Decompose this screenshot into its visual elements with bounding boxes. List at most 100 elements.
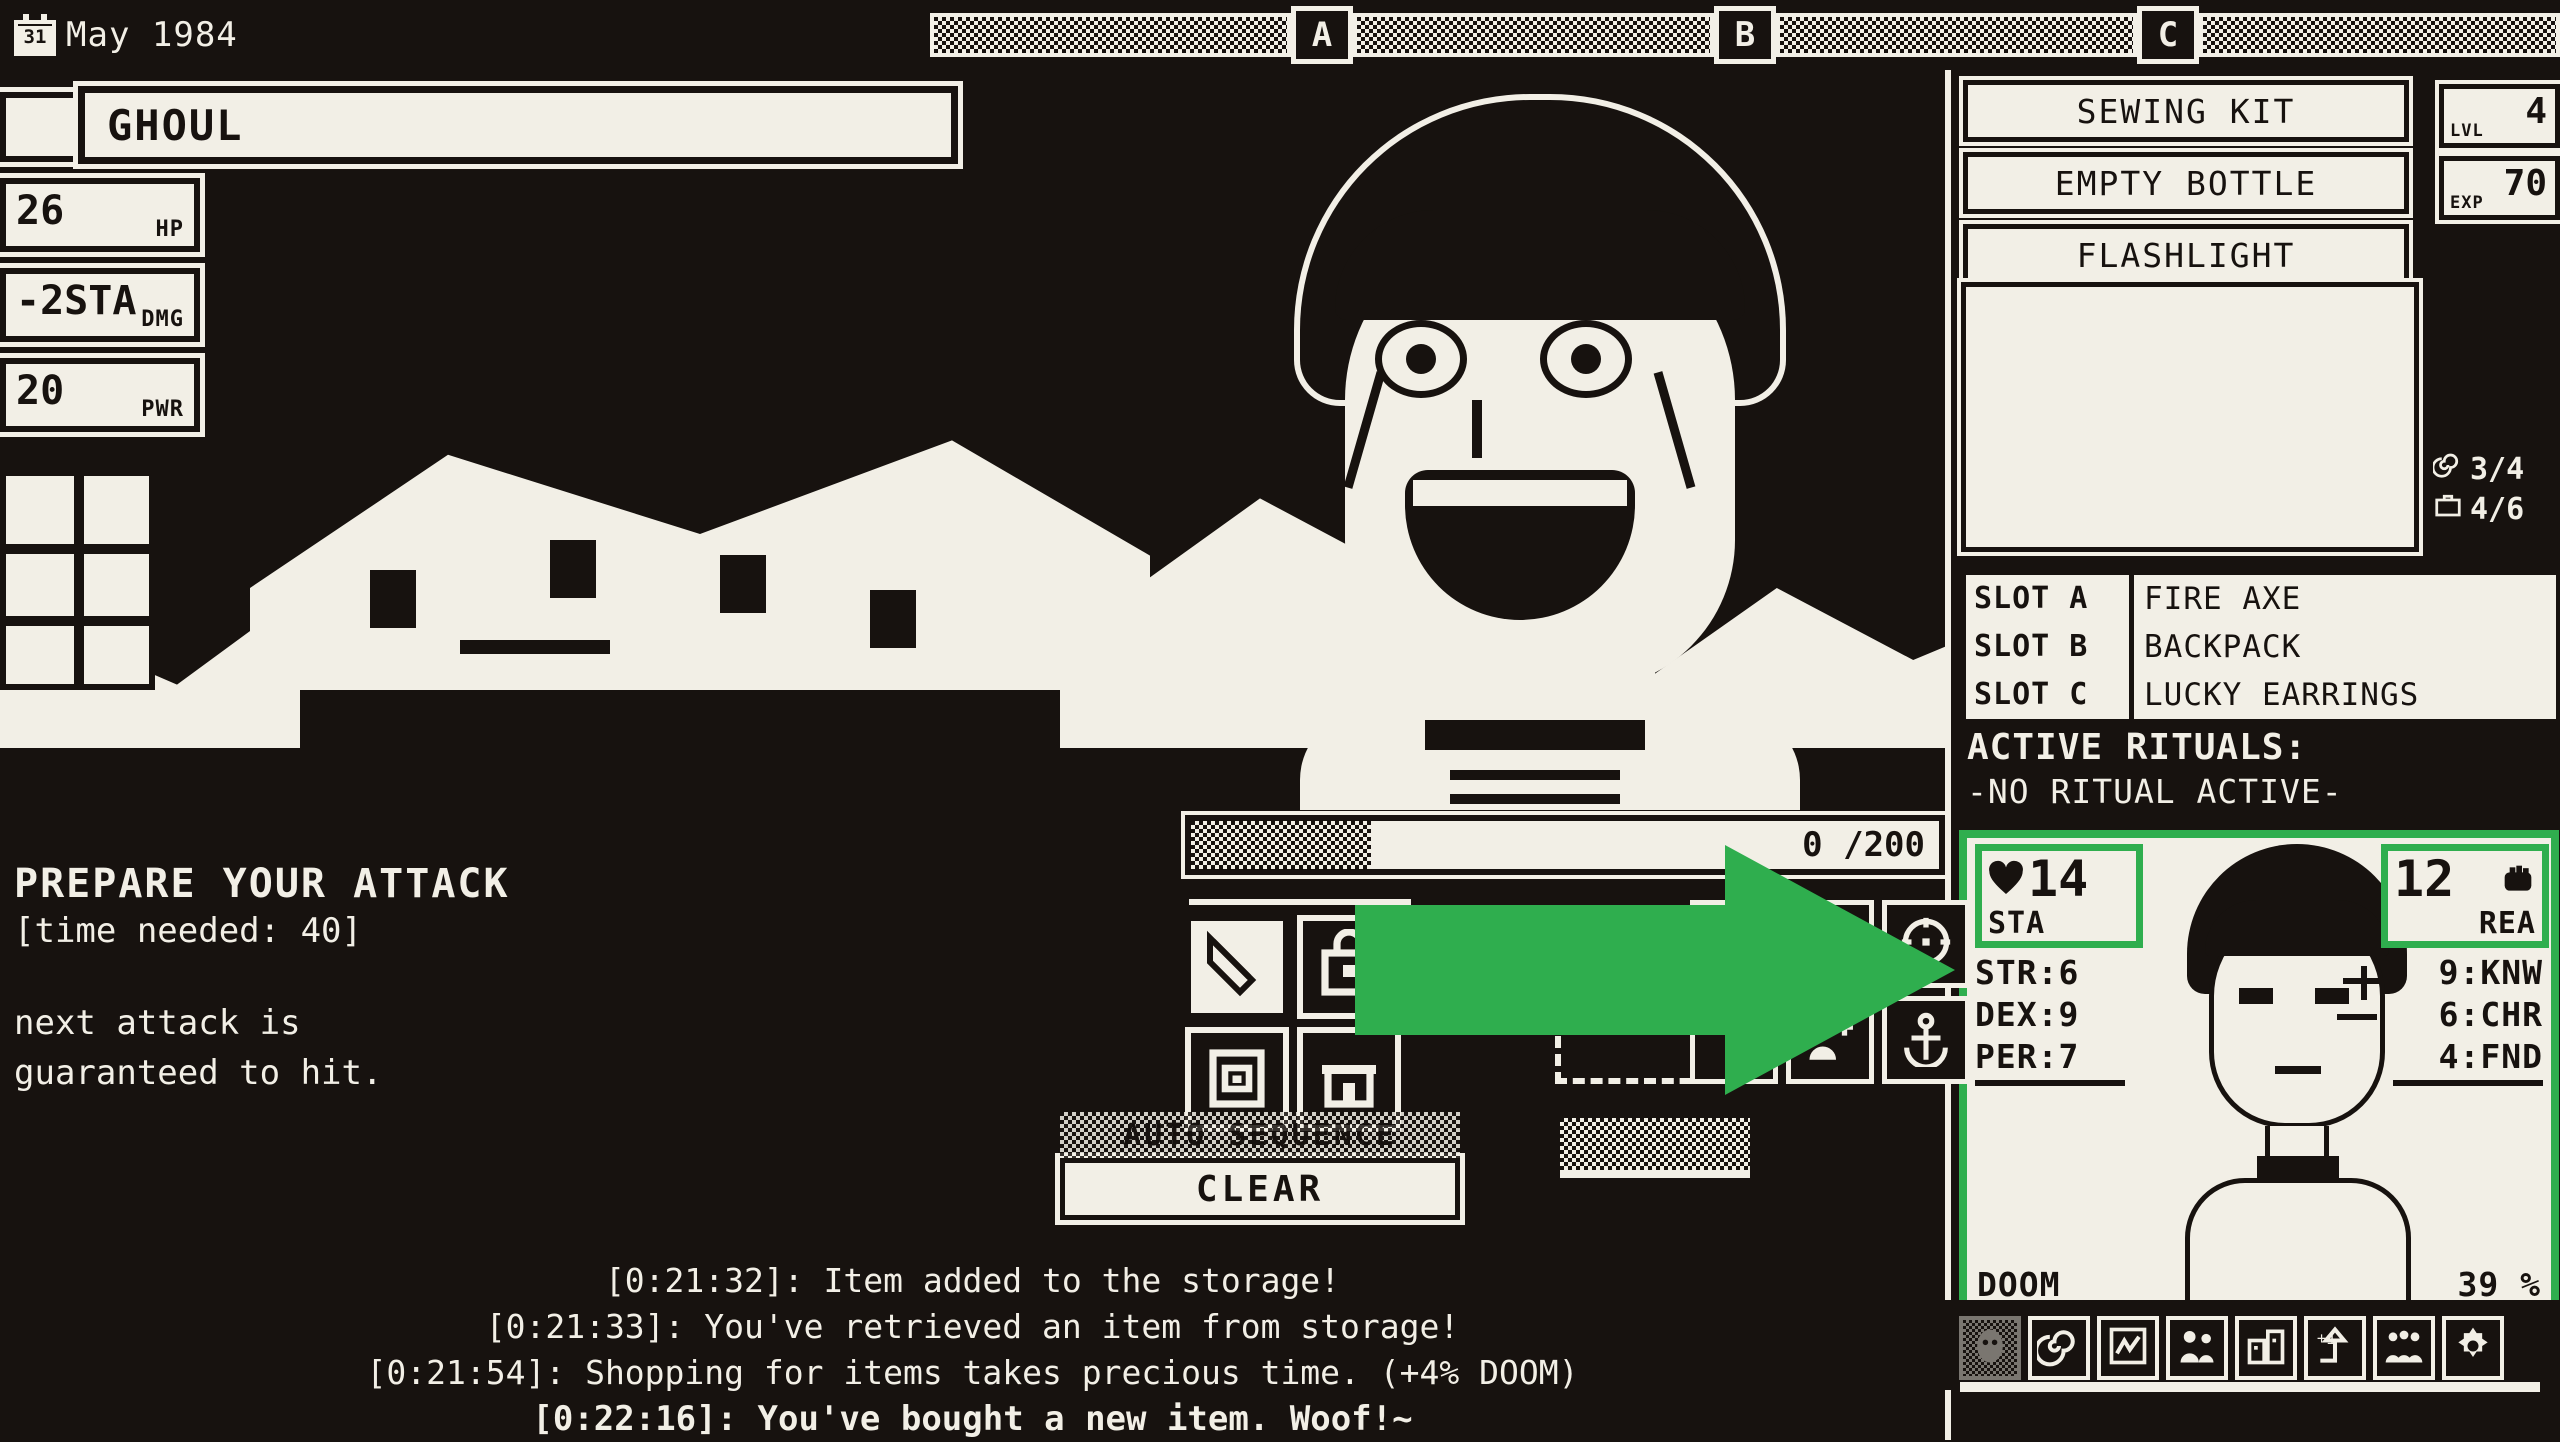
stamina-label: STA: [1988, 906, 2046, 941]
calendar-day: 31: [18, 26, 52, 53]
stat-fnd: 4:FND: [2438, 1037, 2543, 1076]
log-line: [0:22:16]: You've bought a new item. Woo…: [532, 1399, 1413, 1439]
combat-body-line-2: guaranteed to hit.: [14, 1053, 383, 1093]
spiral-icon: [2431, 450, 2463, 490]
enemy-stat-dmg: -2STA DMG: [0, 263, 205, 347]
inventory-list: SEWING KIT EMPTY BOTTLE FLASHLIGHT: [1951, 70, 2421, 296]
stat-knw-value: 9: [2438, 953, 2460, 992]
character-right-stats: 12 REA 9:KNW 6:CHR 4:FND: [2381, 838, 2551, 1086]
exp-box: 70 EXP: [2435, 152, 2560, 224]
top-dither-b: [1353, 13, 1714, 57]
chart-icon: [2106, 1324, 2150, 1372]
people-icon: [2175, 1324, 2219, 1372]
slot-value: LUCKY EARRINGS: [2144, 677, 2420, 713]
enemy-hp-label: HP: [155, 217, 184, 242]
stat-per: PER:7: [1975, 1037, 2080, 1076]
enemy-stat-pwr: 20 PWR: [0, 353, 205, 437]
ready-box: 12 REA: [2381, 844, 2549, 948]
spiral-icon-button[interactable]: [2028, 1315, 2090, 1380]
log-line: [0:21:33]: You've retrieved an item from…: [485, 1307, 1460, 1346]
top-bar: 31 May 1984 A B C: [0, 0, 2560, 70]
level-label: LVL: [2450, 121, 2484, 141]
combat-headline: PREPARE YOUR ATTACK: [14, 861, 510, 907]
scene-art: [0, 70, 1945, 810]
inventory-item[interactable]: EMPTY BOTTLE: [1959, 148, 2413, 218]
levelup-icon: +1: [2313, 1324, 2357, 1372]
spiral-icon: [2034, 1324, 2081, 1372]
equipment-row[interactable]: SLOT B BACKPACK: [1966, 623, 2556, 671]
top-dither-d: [2199, 13, 2560, 57]
slot-button-a[interactable]: A: [1291, 6, 1353, 64]
slot-key: SLOT C: [1966, 671, 2134, 719]
ready-label: REA: [2478, 906, 2536, 941]
stat-dex-value: 9: [2058, 995, 2080, 1034]
resource-row: 3/4: [2431, 450, 2560, 490]
window-grid-icon: [0, 470, 155, 690]
bottom-icon-bar: +1: [1945, 1300, 2560, 1390]
rituals-header: ACTIVE RITUALS:: [1961, 725, 2560, 771]
stat-knw-label: KNW: [2480, 953, 2543, 992]
progress-fill: [1191, 821, 1371, 869]
slot-button-b[interactable]: B: [1714, 6, 1776, 64]
date-text: May 1984: [66, 15, 238, 55]
slot-value: BACKPACK: [2144, 629, 2302, 665]
stat-fnd-value: 4: [2438, 1037, 2460, 1076]
log-line: [0:21:54]: Shopping for items takes prec…: [366, 1353, 1579, 1392]
stat-per-value: 7: [2058, 1037, 2080, 1076]
auto-sequence-label: AUTO SEQUENCE: [1060, 1112, 1460, 1158]
calendar-icon: 31: [14, 14, 56, 56]
enemy-stat-hp: 26 HP: [0, 173, 205, 257]
stat-per-label: PER: [1975, 1037, 2038, 1076]
ghoul-portrait-icon: [1240, 70, 1880, 810]
icon-bar-underline: [1960, 1382, 2540, 1392]
stats-divider: [2393, 1080, 2543, 1086]
enemy-dmg-label: DMG: [141, 307, 184, 332]
resource-value: 4/6: [2470, 492, 2525, 527]
stat-str-value: 6: [2058, 953, 2080, 992]
city-icon: [2244, 1324, 2288, 1372]
gear-icon-button[interactable]: [2442, 1315, 2504, 1380]
stat-chr: 6:CHR: [2438, 995, 2543, 1034]
chart-icon-button[interactable]: [2097, 1315, 2159, 1380]
slot-button-c[interactable]: C: [2137, 6, 2199, 64]
shield-icon: [1201, 1041, 1273, 1117]
equipment-row[interactable]: SLOT A FIRE AXE: [1966, 575, 2556, 623]
log-line: [0:21:32]: Item added to the storage!: [604, 1261, 1341, 1300]
equipment-slots: SLOT A FIRE AXE SLOT B BACKPACK SLOT C L…: [1961, 570, 2560, 724]
doom-value: 39 %: [2457, 1265, 2541, 1304]
disabled-slot-strip: [1560, 1118, 1750, 1178]
slot-key: SLOT B: [1966, 623, 2134, 671]
character-sheet[interactable]: 14 STA STR:6 DEX:9 PER:7 12 REA 9:KNW 6:…: [1959, 830, 2559, 1320]
blade-action-button[interactable]: [1185, 915, 1289, 1019]
city-icon-button[interactable]: [2235, 1315, 2297, 1380]
stat-str: STR:6: [1975, 953, 2080, 992]
auto-clear-panel: AUTO SEQUENCE CLEAR: [1055, 1112, 1465, 1225]
exp-label: EXP: [2450, 193, 2484, 213]
resource-value: 3/4: [2470, 452, 2525, 487]
scene-thumbnail-panel: [1957, 278, 2423, 556]
mask-icon-button[interactable]: [1959, 1315, 2021, 1380]
inventory-item[interactable]: SEWING KIT: [1959, 76, 2413, 146]
exp-value: 70: [2503, 163, 2547, 204]
people-icon-button[interactable]: [2166, 1315, 2228, 1380]
doom-label: DOOM: [1977, 1265, 2061, 1304]
stat-str-label: STR: [1975, 953, 2038, 992]
event-log: [0:21:32]: Item added to the storage! [0…: [0, 1258, 1945, 1442]
crowd-icon: [2382, 1324, 2426, 1372]
equipment-row[interactable]: SLOT C LUCKY EARRINGS: [1966, 671, 2556, 719]
rituals-value: -NO RITUAL ACTIVE-: [1967, 772, 2343, 811]
annotation-arrow: [1355, 835, 1955, 1105]
top-dither-a: [930, 13, 1291, 57]
resource-row: 4/6: [2433, 490, 2560, 530]
mask-icon: [1968, 1324, 2012, 1372]
levelup-icon-button[interactable]: +1: [2304, 1315, 2366, 1380]
enemy-pwr-label: PWR: [141, 397, 184, 422]
clear-button[interactable]: CLEAR: [1055, 1153, 1465, 1225]
level-panel: 4 LVL 70 EXP: [2433, 76, 2560, 228]
stat-dex-label: DEX: [1975, 995, 2038, 1034]
knife-icon: [1201, 929, 1273, 1005]
crowd-icon-button[interactable]: [2373, 1315, 2435, 1380]
stats-divider: [1975, 1080, 2125, 1086]
gear-icon: [2451, 1324, 2495, 1372]
inventory-item[interactable]: FLASHLIGHT: [1959, 220, 2413, 290]
